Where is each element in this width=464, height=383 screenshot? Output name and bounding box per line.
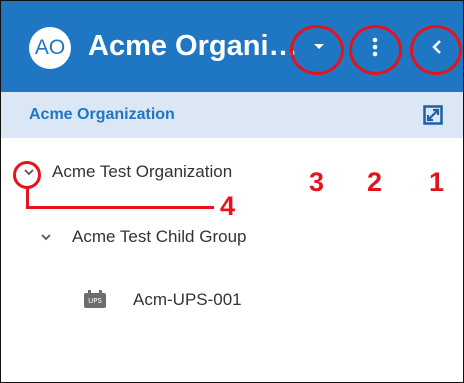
callout-number-1: 1 — [429, 167, 445, 197]
app-panel: AO Acme Organiz... Acme Organization Acm… — [0, 0, 464, 383]
ups-device-icon: UPS — [84, 289, 106, 308]
expand-icon[interactable] — [423, 105, 443, 125]
tree-item-acme-test-organization[interactable]: Acme Test Organization — [18, 161, 232, 183]
chevron-down-icon[interactable] — [18, 161, 40, 183]
callout-number-4: 4 — [220, 191, 236, 221]
chevron-down-icon[interactable] — [38, 229, 54, 245]
callout-number-2: 2 — [367, 167, 383, 197]
chevron-down-icon — [314, 44, 324, 49]
tree-item-acme-test-child-group[interactable]: Acme Test Child Group — [38, 227, 246, 247]
org-dropdown-button[interactable] — [300, 28, 338, 66]
avatar[interactable]: AO — [29, 27, 71, 69]
callout-leader-4 — [26, 188, 29, 207]
tree-item-label: Acme Test Organization — [52, 162, 233, 181]
callout-number-3: 3 — [309, 167, 325, 197]
header-bar: AO Acme Organiz... — [1, 1, 463, 92]
organization-label[interactable]: Acme Organization — [29, 105, 175, 125]
collapse-panel-button[interactable] — [418, 28, 456, 66]
tree-item-label: Acme Test Child Group — [72, 227, 247, 246]
tree-item-acm-ups-001[interactable]: UPS Acm-UPS-001 — [84, 289, 242, 310]
page-title: Acme Organiz... — [88, 30, 298, 62]
chevron-left-icon — [432, 40, 441, 54]
more-options-button[interactable] — [356, 28, 394, 66]
callout-leader-4 — [26, 206, 214, 209]
more-vertical-icon — [372, 37, 378, 57]
organization-subheader: Acme Organization — [1, 92, 463, 138]
tree-item-label: Acm-UPS-001 — [133, 290, 242, 309]
